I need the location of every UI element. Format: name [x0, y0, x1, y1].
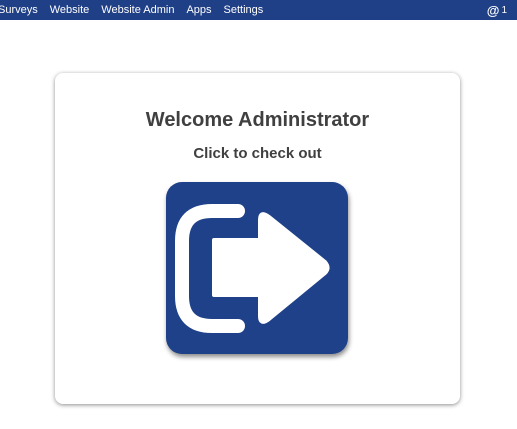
sign-out-icon — [175, 204, 330, 333]
checkout-card: Welcome Administrator Click to check out — [55, 73, 460, 404]
nav-website-admin[interactable]: Website Admin — [95, 0, 180, 20]
nav-apps[interactable]: Apps — [180, 0, 217, 20]
checkout-button[interactable] — [166, 182, 348, 354]
nav-menu: Surveys Website Website Admin Apps Setti… — [0, 0, 269, 20]
nav-surveys[interactable]: Surveys — [0, 0, 44, 20]
mention-count-badge: 1 — [501, 4, 507, 16]
checkout-instruction: Click to check out — [193, 145, 322, 162]
top-navbar: Surveys Website Website Admin Apps Setti… — [0, 0, 517, 20]
mention-icon: @ — [486, 2, 500, 18]
nav-website[interactable]: Website — [44, 0, 96, 20]
welcome-heading: Welcome Administrator — [145, 109, 370, 131]
nav-settings[interactable]: Settings — [218, 0, 270, 20]
mentions-button[interactable]: @ 1 — [487, 0, 517, 20]
